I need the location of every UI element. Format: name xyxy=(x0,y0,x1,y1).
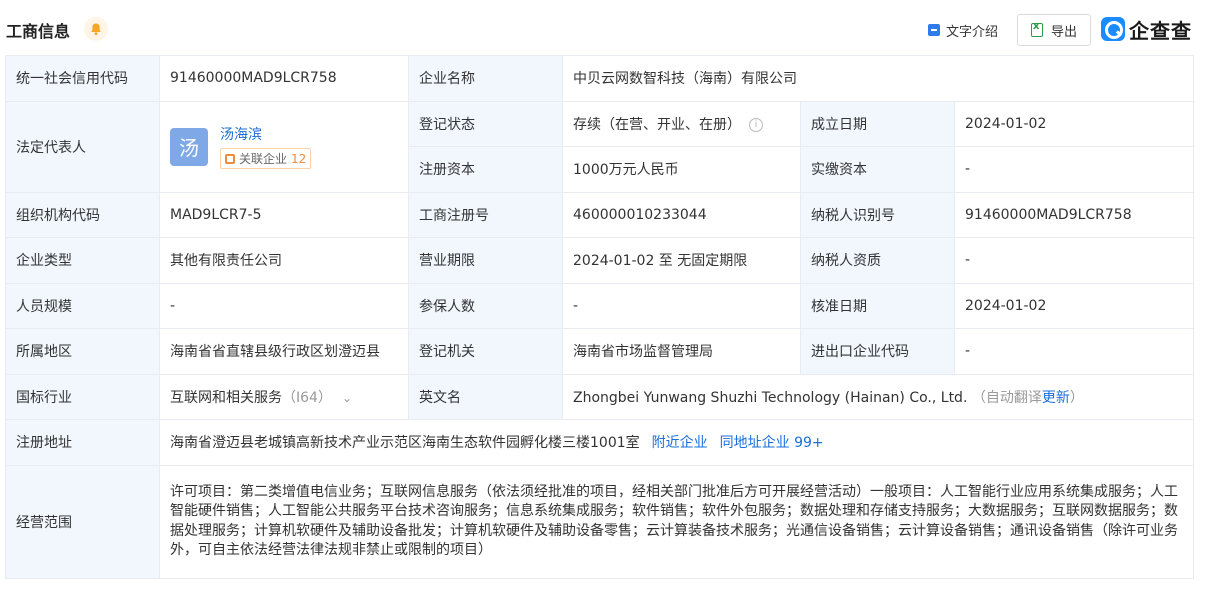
export-label: 导出 xyxy=(1050,24,1077,40)
avatar[interactable]: 汤 xyxy=(170,127,208,166)
org-code-value: MAD9LCR7-5 xyxy=(159,191,409,238)
related-companies-label: 关联企业 xyxy=(239,152,288,166)
related-companies-icon xyxy=(225,153,235,164)
founded-value: 2024-01-02 xyxy=(953,100,1195,147)
staff-size-value: - xyxy=(159,282,409,329)
table-row: 注册地址 海南省澄迈县老城镇高新技术产业示范区海南生态软件园孵化楼三楼1001室… xyxy=(5,419,1195,466)
insured-value: - xyxy=(562,282,801,329)
industry-label: 国标行业 xyxy=(5,373,160,420)
table-row: 所属地区 海南省省直辖县级行政区划澄迈县 登记机关 海南省市场监督管理局 进出口… xyxy=(5,328,1195,375)
section-title: 工商信息 xyxy=(6,22,71,41)
english-name-label: 英文名 xyxy=(408,373,563,420)
english-name-value: Zhongbei Yunwang Shuzhi Technology (Hain… xyxy=(573,389,968,406)
company-type-label: 企业类型 xyxy=(5,237,160,284)
insured-label: 参保人数 xyxy=(408,282,563,329)
logo-magnifier-icon xyxy=(1101,17,1125,41)
founded-label: 成立日期 xyxy=(800,100,955,147)
approval-date-label: 核准日期 xyxy=(800,282,955,329)
document-icon xyxy=(928,24,940,36)
address-cell: 海南省澄迈县老城镇高新技术产业示范区海南生态软件园孵化楼三楼1001室 附近企业同… xyxy=(158,419,1195,466)
scope-label: 经营范围 xyxy=(5,464,160,579)
text-intro-button[interactable]: 文字介绍 xyxy=(928,21,999,40)
table-row: 统一社会信用代码 91460000MAD9LCR758 企业名称 中贝云网数智科… xyxy=(5,55,1195,102)
reg-authority-label: 登记机关 xyxy=(408,328,563,375)
taxpayer-id-label: 纳税人识别号 xyxy=(800,191,955,238)
biz-reg-no-value: 460000010233044 xyxy=(562,191,801,238)
bell-icon[interactable] xyxy=(84,17,108,41)
reg-status-label: 登记状态 xyxy=(408,100,563,147)
table-row: 人员规模 - 参保人数 - 核准日期 2024-01-02 xyxy=(5,282,1195,329)
reg-authority-value: 海南省市场监督管理局 xyxy=(562,328,801,375)
industry-value: 互联网和相关服务 xyxy=(170,389,282,406)
biz-reg-no-label: 工商注册号 xyxy=(408,191,563,238)
translate-update-link[interactable]: 更新 xyxy=(1042,390,1070,406)
staff-size-label: 人员规模 xyxy=(5,282,160,329)
auto-translate-prefix: （自动翻译 xyxy=(971,389,1042,406)
biz-term-value: 2024-01-02 至 无固定期限 xyxy=(562,237,801,284)
auto-translate-suffix: ） xyxy=(1069,389,1084,406)
chevron-down-icon[interactable]: ⌄ xyxy=(342,391,352,405)
export-button[interactable]: 导出 xyxy=(1017,14,1091,46)
auto-translate-note: （自动翻译更新） xyxy=(972,390,1084,406)
region-value: 海南省省直辖县级行政区划澄迈县 xyxy=(159,328,409,375)
related-companies-tag[interactable]: 关联企业 12 xyxy=(220,148,312,169)
related-companies-count: 12 xyxy=(291,151,307,166)
taxpayer-qual-value: - xyxy=(953,237,1195,284)
table-row: 国标行业 互联网和相关服务（I64） ⌄ 英文名 Zhongbei Yunwang… xyxy=(5,373,1195,420)
industry-code: （I64） xyxy=(282,389,332,406)
business-info-table: 统一社会信用代码 91460000MAD9LCR758 企业名称 中贝云网数智科… xyxy=(5,55,1195,579)
table-row: 组织机构代码 MAD9LCR7-5 工商注册号 460000010233044 … xyxy=(5,191,1195,238)
legal-rep-cell: 汤 汤海滨 关联企业 12 xyxy=(159,100,409,193)
text-intro-label: 文字介绍 xyxy=(946,24,999,40)
legal-rep-name-link[interactable]: 汤海滨 xyxy=(220,124,311,144)
credit-code-label: 统一社会信用代码 xyxy=(5,55,160,102)
import-export-value: - xyxy=(953,328,1195,375)
address-value: 海南省澄迈县老城镇高新技术产业示范区海南生态软件园孵化楼三楼1001室 xyxy=(170,435,640,452)
table-row: 企业类型 其他有限责任公司 营业期限 2024-01-02 至 无固定期限 纳税… xyxy=(5,237,1195,284)
logo-text: 企查查 xyxy=(1129,18,1192,43)
reg-capital-label: 注册资本 xyxy=(408,146,563,193)
qichacha-logo: 企查查 xyxy=(1101,16,1192,43)
section-header: 工商信息 文字介绍 导出 企查查 xyxy=(0,0,1211,56)
table-row: 经营范围 许可项目：第二类增值电信业务；互联网信息服务（依法须经批准的项目，经相… xyxy=(5,464,1195,579)
nearby-companies-link[interactable]: 附近企业 xyxy=(652,435,708,451)
region-label: 所属地区 xyxy=(5,328,160,375)
english-name-cell: Zhongbei Yunwang Shuzhi Technology (Hain… xyxy=(561,373,1195,420)
import-export-label: 进出口企业代码 xyxy=(800,328,955,375)
credit-code-value: 91460000MAD9LCR758 xyxy=(159,55,409,102)
reg-status-cell: 存续（在营、开业、在册） i xyxy=(562,100,801,147)
reg-capital-value: 1000万元人民币 xyxy=(562,146,801,193)
company-type-value: 其他有限责任公司 xyxy=(159,237,409,284)
address-label: 注册地址 xyxy=(5,419,160,466)
excel-icon xyxy=(1030,21,1043,37)
biz-term-label: 营业期限 xyxy=(408,237,563,284)
legal-rep-info: 汤海滨 关联企业 12 xyxy=(220,124,312,169)
info-icon[interactable]: i xyxy=(749,117,763,132)
legal-rep-block: 汤 汤海滨 关联企业 12 xyxy=(170,124,398,169)
industry-cell[interactable]: 互联网和相关服务（I64） ⌄ xyxy=(159,373,409,420)
paid-capital-value: - xyxy=(953,146,1195,193)
company-name-value: 中贝云网数智科技（海南）有限公司 xyxy=(561,55,1195,102)
table-row: 法定代表人 汤 汤海滨 关联企业 12 登记状态 存续（在营、开业、在册） i 成… xyxy=(5,100,1195,193)
taxpayer-qual-label: 纳税人资质 xyxy=(800,237,955,284)
reg-status-value: 存续（在营、开业、在册） xyxy=(573,116,741,133)
paid-capital-label: 实缴资本 xyxy=(800,146,955,193)
same-address-link[interactable]: 同地址企业 99+ xyxy=(720,435,824,451)
company-name-label: 企业名称 xyxy=(408,55,563,102)
taxpayer-id-value: 91460000MAD9LCR758 xyxy=(953,191,1195,238)
scope-value: 许可项目：第二类增值电信业务；互联网信息服务（依法须经批准的项目，经相关部门批准… xyxy=(158,464,1195,579)
approval-date-value: 2024-01-02 xyxy=(953,282,1195,329)
legal-rep-label: 法定代表人 xyxy=(5,100,160,193)
org-code-label: 组织机构代码 xyxy=(5,191,160,238)
